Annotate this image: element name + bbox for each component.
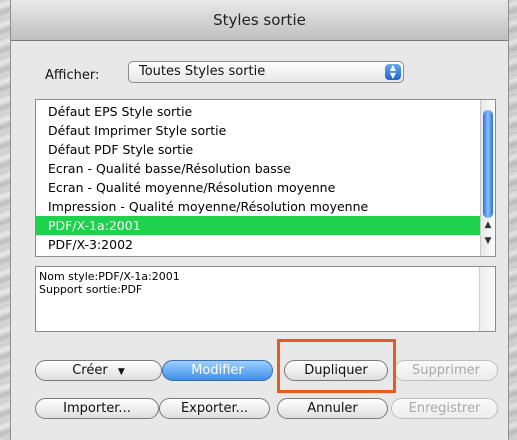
creer-button[interactable]: Créer ▼ xyxy=(35,360,162,381)
scrollbar-thumb[interactable] xyxy=(483,110,493,218)
list-item[interactable]: Impression - Qualité moyenne/Résolution … xyxy=(36,197,481,216)
enregistrer-button[interactable]: Enregistrer xyxy=(391,398,498,419)
window-title: Styles sortie xyxy=(11,0,508,41)
list-item[interactable]: Ecran - Qualité moyenne/Résolution moyen… xyxy=(36,178,481,197)
info-style-name: Nom style:PDF/X-1a:2001 xyxy=(39,270,180,283)
list-item[interactable]: Ecran - Qualité basse/Résolution basse xyxy=(36,159,481,178)
scroll-up-icon[interactable]: ▲ xyxy=(482,220,494,230)
exporter-button[interactable]: Exporter... xyxy=(159,398,270,419)
dropdown-triangle-icon: ▼ xyxy=(117,367,125,377)
style-info-box: Nom style:PDF/X-1a:2001 Support sortie:P… xyxy=(35,266,496,332)
info-output-support: Support sortie:PDF xyxy=(39,283,143,296)
dupliquer-highlight-box xyxy=(277,339,396,393)
importer-button[interactable]: Importer... xyxy=(35,398,159,419)
modifier-button[interactable]: Modifier xyxy=(162,360,273,381)
list-item[interactable]: PDF/X-3:2002 xyxy=(36,235,481,254)
afficher-label: Afficher: xyxy=(45,68,100,83)
list-item-selected[interactable]: PDF/X-1a:2001 xyxy=(36,216,481,235)
list-scrollbar[interactable]: ▲ ▼ xyxy=(480,100,495,256)
scroll-down-icon[interactable]: ▼ xyxy=(482,236,494,246)
list-item[interactable]: Défaut EPS Style sortie xyxy=(36,102,481,121)
info-scrollbar[interactable] xyxy=(479,267,495,331)
afficher-popup[interactable]: Toutes Styles sortie ▲ ▼ xyxy=(128,61,404,83)
creer-label: Créer xyxy=(72,363,108,378)
supprimer-button[interactable]: Supprimer xyxy=(394,360,498,381)
popup-arrows-icon: ▲ ▼ xyxy=(385,64,401,80)
list-item[interactable]: Défaut Imprimer Style sortie xyxy=(36,121,481,140)
annuler-button[interactable]: Annuler xyxy=(277,398,388,419)
afficher-popup-value: Toutes Styles sortie xyxy=(139,64,266,79)
styles-list[interactable]: Défaut EPS Style sortie Défaut Imprimer … xyxy=(35,99,496,257)
list-item[interactable]: Défaut PDF Style sortie xyxy=(36,140,481,159)
styles-sortie-window: Styles sortie Afficher: Toutes Styles so… xyxy=(10,0,509,440)
